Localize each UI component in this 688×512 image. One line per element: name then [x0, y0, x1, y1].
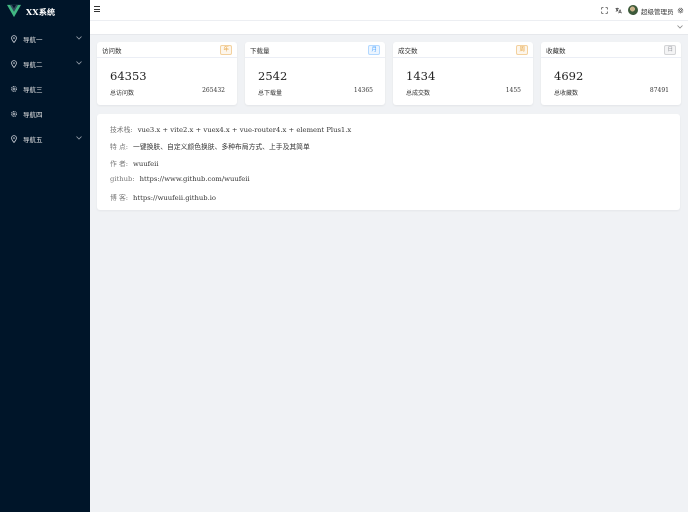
location-icon — [10, 59, 18, 68]
card-title: 访问数 — [102, 46, 122, 55]
card-title: 收藏数 — [546, 46, 566, 55]
sidebar: XX系统 导航一 导航二 导航三 导航四 导航五 — [0, 0, 90, 512]
project-info-panel: 技术栈: vue3.x + vite2.x + vuex4.x + vue-rou… — [97, 114, 680, 210]
sidebar-item-label: 导航四 — [23, 110, 43, 119]
sidebar-item-label: 导航二 — [23, 60, 43, 69]
chevron-down-icon[interactable] — [677, 25, 683, 29]
info-row-blog: 博 客: https://wuufeii.github.io — [110, 192, 216, 202]
card-header: 成交数 周 — [393, 42, 533, 58]
card-foot-value: 14365 — [353, 87, 373, 94]
fullscreen-icon[interactable] — [600, 6, 608, 14]
chevron-down-icon — [76, 36, 82, 41]
location-icon — [10, 34, 18, 43]
stat-card-downloads: 下载量 月 2542 总下载量 14365 — [245, 42, 385, 105]
period-tag: 年 — [220, 45, 232, 55]
sidebar-nav: 导航一 导航二 导航三 导航四 导航五 — [0, 26, 90, 151]
card-foot-label: 总成交数 — [406, 90, 431, 97]
info-label: 作 者: — [110, 160, 129, 168]
chevron-down-icon — [76, 61, 82, 66]
card-header: 下载量 月 — [245, 42, 385, 58]
card-value: 1434 — [406, 69, 436, 83]
card-value: 4692 — [554, 69, 584, 83]
card-title: 成交数 — [398, 46, 418, 55]
stat-card-deals: 成交数 周 1434 总成交数 1455 — [393, 42, 533, 105]
card-foot-value: 265432 — [202, 87, 225, 94]
avatar[interactable] — [628, 5, 638, 15]
tabs-bar — [90, 21, 688, 35]
info-value: 一键换肤、自定义颜色换肤、多种布局方式、上手及其简单 — [133, 143, 310, 151]
logo[interactable]: XX系统 — [0, 0, 90, 24]
vue-logo-icon — [7, 3, 21, 22]
user-name[interactable]: 超级管理员 — [641, 6, 674, 16]
sidebar-item-nav1[interactable]: 导航一 — [0, 26, 90, 51]
period-tag: 月 — [368, 45, 380, 55]
period-tag: 日 — [664, 45, 676, 55]
translate-icon[interactable] — [614, 6, 622, 14]
sidebar-item-nav2[interactable]: 导航二 — [0, 51, 90, 76]
location-icon — [10, 134, 18, 143]
info-label: 博 客: — [110, 194, 129, 202]
sidebar-item-label: 导航三 — [23, 85, 43, 94]
app-title: XX系统 — [26, 6, 56, 17]
settings-icon[interactable] — [676, 6, 684, 14]
card-foot-label: 总访问数 — [110, 90, 135, 97]
info-label: github: — [110, 175, 135, 183]
github-link[interactable]: https://www.github.com/wuufeii — [140, 175, 250, 183]
sidebar-item-label: 导航五 — [23, 135, 43, 144]
top-header: 超级管理员 — [90, 0, 688, 21]
info-value: vue3.x + vite2.x + vuex4.x + vue-router4… — [137, 126, 352, 134]
gear-icon — [10, 110, 18, 118]
card-header: 访问数 年 — [97, 42, 237, 58]
info-value: wuufeii — [133, 160, 159, 168]
card-value: 64353 — [110, 69, 147, 83]
menu-icon[interactable] — [94, 6, 100, 12]
sidebar-item-nav5[interactable]: 导航五 — [0, 126, 90, 151]
info-row-tech: 技术栈: vue3.x + vite2.x + vuex4.x + vue-rou… — [110, 124, 351, 134]
card-title: 下载量 — [250, 46, 270, 55]
period-tag: 周 — [516, 45, 528, 55]
card-value: 2542 — [258, 69, 288, 83]
info-row-github: github: https://www.github.com/wuufeii — [110, 175, 250, 183]
stat-card-visits: 访问数 年 64353 总访问数 265432 — [97, 42, 237, 105]
info-label: 特 点: — [110, 143, 129, 151]
sidebar-item-nav3[interactable]: 导航三 — [0, 76, 90, 101]
card-foot-label: 总下载量 — [258, 90, 283, 97]
stat-card-favorites: 收藏数 日 4692 总收藏数 87491 — [541, 42, 681, 105]
card-foot-value: 87491 — [649, 87, 669, 94]
sidebar-item-label: 导航一 — [23, 35, 43, 44]
sidebar-item-nav4[interactable]: 导航四 — [0, 101, 90, 126]
info-row-feature: 特 点: 一键换肤、自定义颜色换肤、多种布局方式、上手及其简单 — [110, 141, 310, 151]
info-row-author: 作 者: wuufeii — [110, 158, 159, 168]
blog-link[interactable]: https://wuufeii.github.io — [133, 194, 216, 202]
chevron-down-icon — [76, 136, 82, 141]
card-foot-value: 1455 — [505, 87, 521, 94]
info-label: 技术栈: — [110, 126, 133, 134]
card-header: 收藏数 日 — [541, 42, 681, 58]
card-foot-label: 总收藏数 — [554, 90, 579, 97]
gear-icon — [10, 85, 18, 93]
